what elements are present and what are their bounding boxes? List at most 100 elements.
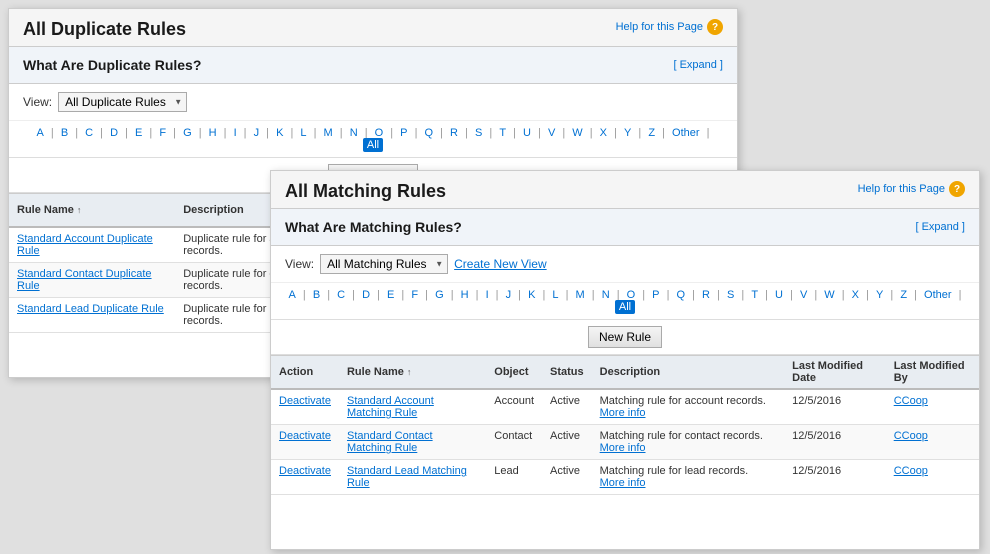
match-what-are-section: What Are Matching Rules? [ Expand ] (271, 209, 979, 246)
match-row1-name: Standard Account Matching Rule (339, 389, 486, 425)
match-deactivate-link-2[interactable]: Deactivate (279, 430, 331, 442)
dup-alpha-w[interactable]: W (572, 127, 582, 139)
dup-alpha-q[interactable]: Q (425, 127, 434, 139)
match-alpha-q[interactable]: Q (677, 289, 686, 301)
dup-alpha-p[interactable]: P (400, 127, 407, 139)
dup-alpha-k[interactable]: K (276, 127, 283, 139)
dup-alpha-z[interactable]: Z (648, 127, 655, 139)
match-more-info-3[interactable]: More info (600, 477, 646, 489)
match-row3-desc: Matching rule for lead records. More inf… (592, 460, 784, 495)
match-alpha-h[interactable]: H (461, 289, 469, 301)
match-alpha-c[interactable]: C (337, 289, 345, 301)
match-more-info-2[interactable]: More info (600, 442, 646, 454)
match-alpha-x[interactable]: X (852, 289, 859, 301)
match-row1-status: Active (542, 389, 592, 425)
dup-expand-link[interactable]: [ Expand ] (673, 59, 723, 71)
match-view-select[interactable]: All Matching Rules (320, 254, 448, 274)
dup-rule-link-3[interactable]: Standard Lead Duplicate Rule (17, 303, 164, 315)
match-alpha-other[interactable]: Other (924, 289, 952, 301)
dup-alpha-u[interactable]: U (523, 127, 531, 139)
dup-alpha-j[interactable]: J (254, 127, 260, 139)
match-alpha-a[interactable]: A (289, 289, 296, 301)
dup-what-are-section: What Are Duplicate Rules? [ Expand ] (9, 47, 737, 84)
dup-alpha-x[interactable]: X (600, 127, 607, 139)
dup-alpha-e[interactable]: E (135, 127, 142, 139)
dup-alpha-n[interactable]: N (350, 127, 358, 139)
match-alpha-w[interactable]: W (824, 289, 834, 301)
dup-alpha-c[interactable]: C (85, 127, 93, 139)
match-alpha-s[interactable]: S (727, 289, 734, 301)
dup-rule-link-2[interactable]: Standard Contact Duplicate Rule (17, 268, 152, 292)
match-alpha-t[interactable]: T (751, 289, 758, 301)
dup-alpha-other[interactable]: Other (672, 127, 700, 139)
dup-alpha-d[interactable]: D (110, 127, 118, 139)
match-expand-link[interactable]: [ Expand ] (915, 221, 965, 233)
match-row3-action: Deactivate (271, 460, 339, 495)
dup-help-link[interactable]: Help for this Page ? (616, 19, 723, 35)
match-alpha-z[interactable]: Z (900, 289, 907, 301)
match-alpha-all[interactable]: All (615, 300, 635, 314)
match-alpha-u[interactable]: U (775, 289, 783, 301)
dup-row3-name: Standard Lead Duplicate Rule (9, 298, 175, 333)
match-more-info-1[interactable]: More info (600, 407, 646, 419)
dup-alpha-f[interactable]: F (159, 127, 166, 139)
match-alpha-n[interactable]: N (602, 289, 610, 301)
dup-alpha-r[interactable]: R (450, 127, 458, 139)
match-alpha-j[interactable]: J (506, 289, 512, 301)
dup-alpha-y[interactable]: Y (624, 127, 631, 139)
match-alpha-y[interactable]: Y (876, 289, 883, 301)
dup-alpha-g[interactable]: G (183, 127, 192, 139)
match-rule-link-2[interactable]: Standard Contact Matching Rule (347, 430, 433, 454)
dup-alpha-t[interactable]: T (499, 127, 506, 139)
match-deactivate-link-1[interactable]: Deactivate (279, 395, 331, 407)
match-modby-link-1[interactable]: CCoop (894, 395, 928, 407)
dup-alpha-b[interactable]: B (61, 127, 68, 139)
dup-alpha-l[interactable]: L (300, 127, 306, 139)
dup-help-text: Help for this Page (616, 21, 703, 33)
match-alpha-g[interactable]: G (435, 289, 444, 301)
table-row: Deactivate Standard Contact Matching Rul… (271, 425, 979, 460)
match-alpha-b[interactable]: B (313, 289, 320, 301)
match-modby-link-2[interactable]: CCoop (894, 430, 928, 442)
dup-alpha-v[interactable]: V (548, 127, 555, 139)
match-alpha-f[interactable]: F (411, 289, 418, 301)
dup-alpha-all[interactable]: All (363, 138, 383, 152)
match-row1-moddate: 12/5/2016 (784, 389, 886, 425)
match-alpha-d[interactable]: D (362, 289, 370, 301)
dup-alpha-a[interactable]: A (37, 127, 44, 139)
sort-arrow-icon: ↑ (407, 367, 412, 377)
match-alpha-k[interactable]: K (528, 289, 535, 301)
match-rule-link-1[interactable]: Standard Account Matching Rule (347, 395, 434, 419)
dup-panel-header: Help for this Page ? All Duplicate Rules (9, 9, 737, 47)
dup-view-bar: View: All Duplicate Rules (9, 84, 737, 121)
match-modby-link-3[interactable]: CCoop (894, 465, 928, 477)
dup-rule-link-1[interactable]: Standard Account Duplicate Rule (17, 233, 153, 257)
match-alpha-l[interactable]: L (552, 289, 558, 301)
match-row3-moddate: 12/5/2016 (784, 460, 886, 495)
match-row2-action: Deactivate (271, 425, 339, 460)
dup-alpha-s[interactable]: S (475, 127, 482, 139)
dup-col-rulename: Rule Name ↑ (9, 194, 175, 228)
match-alpha-m[interactable]: M (576, 289, 585, 301)
match-rule-link-3[interactable]: Standard Lead Matching Rule (347, 465, 467, 489)
sort-arrow-icon: ↑ (77, 205, 82, 215)
match-alpha-v[interactable]: V (800, 289, 807, 301)
match-create-new-view-link[interactable]: Create New View (454, 257, 546, 271)
match-alpha-p[interactable]: P (652, 289, 659, 301)
match-deactivate-link-3[interactable]: Deactivate (279, 465, 331, 477)
dup-alpha-i[interactable]: I (234, 127, 237, 139)
match-rules-table: Action Rule Name ↑ Object Status Descrip… (271, 355, 979, 495)
match-alpha-i[interactable]: I (486, 289, 489, 301)
match-row2-name: Standard Contact Matching Rule (339, 425, 486, 460)
dup-alpha-m[interactable]: M (324, 127, 333, 139)
match-new-rule-button[interactable]: New Rule (588, 326, 662, 348)
dup-what-are-title: What Are Duplicate Rules? (23, 57, 201, 73)
match-alpha-e[interactable]: E (387, 289, 394, 301)
dup-alpha-h[interactable]: H (209, 127, 217, 139)
match-row3-name: Standard Lead Matching Rule (339, 460, 486, 495)
dup-view-select[interactable]: All Duplicate Rules (58, 92, 187, 112)
match-help-link[interactable]: Help for this Page ? (858, 181, 965, 197)
match-alpha-r[interactable]: R (702, 289, 710, 301)
match-col-rulename: Rule Name ↑ (339, 356, 486, 390)
match-row2-status: Active (542, 425, 592, 460)
